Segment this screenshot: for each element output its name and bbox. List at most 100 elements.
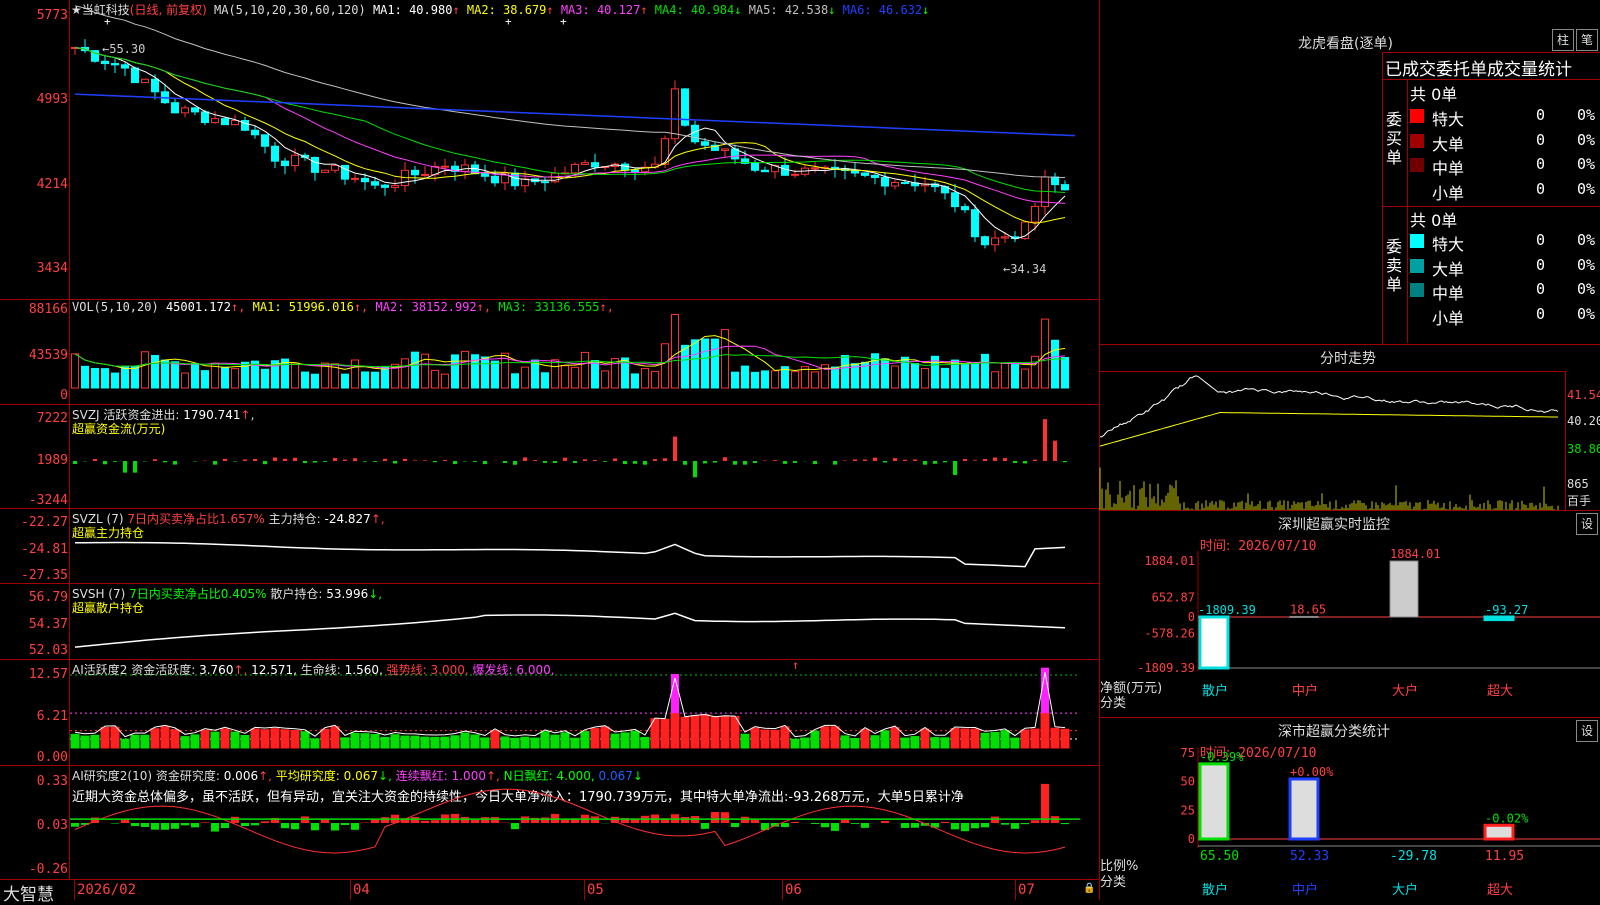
chart-area[interactable]: 5773 4993 4214 3434 ★当虹科技(日线, 前复权) MA(5,… — [0, 0, 1100, 900]
research-bar — [381, 817, 389, 823]
activity-bar — [691, 716, 699, 748]
research-bar — [151, 823, 159, 830]
intraday-vol-tick: 865 — [1567, 477, 1589, 491]
sz-monitor-value-label: 18.65 — [1290, 602, 1326, 616]
svsh-pane[interactable]: 56.79 54.37 52.03 SVSH (7) 7日内买卖净占比0.405… — [0, 584, 1100, 659]
price-pane[interactable]: 5773 4993 4214 3434 ★当虹科技(日线, 前复权) MA(5,… — [0, 0, 1100, 299]
activity-bar — [641, 737, 649, 748]
sell-row-pct: 0% — [1577, 305, 1595, 323]
x-tick-label: 07 — [1018, 882, 1035, 898]
volume-bar — [352, 360, 359, 388]
candle-body — [232, 121, 239, 125]
candle-body — [542, 182, 549, 183]
volume-pane[interactable]: 88166 43539 0 VOL(5,10,20) 45001.172↑, M… — [0, 300, 1100, 404]
svzj-bar — [943, 461, 947, 462]
ai-research-pane[interactable]: 0.33 0.03 -0.26 AI研究度2(10) 资金研究度: 0.006↑… — [0, 766, 1100, 879]
volume-bar — [382, 367, 389, 388]
volume-bar — [742, 366, 749, 388]
volume-bar — [122, 366, 129, 388]
research-bar — [911, 823, 919, 828]
candle-body — [952, 193, 959, 207]
sell-total: 共 0单 — [1410, 207, 1457, 231]
activity-bar — [621, 733, 629, 748]
candle-body — [592, 163, 599, 167]
svzj-bar — [963, 459, 967, 461]
candle-body — [782, 165, 789, 175]
activity-bar — [431, 737, 439, 748]
svzj-bar — [673, 437, 677, 461]
price-y-tick: 5773 — [0, 8, 68, 23]
svsh-line — [75, 613, 1065, 647]
activity-bar — [781, 727, 789, 748]
candle-body — [112, 64, 119, 65]
buy-row: 大单00% — [1410, 131, 1600, 153]
volume-bar — [642, 369, 649, 388]
activity-bar — [251, 729, 259, 748]
activity-bar — [521, 737, 529, 748]
volume-bar — [482, 357, 489, 388]
candle-body — [622, 164, 629, 170]
svzj-pane[interactable]: 7222 1989 -3244 SVZJ 活跃资金进出: 1790.741↑, … — [0, 405, 1100, 508]
svzj-bar — [553, 461, 557, 463]
research-bar — [831, 823, 839, 831]
activity-bar — [501, 737, 509, 748]
svzl-y-tick: -27.35 — [0, 568, 68, 583]
research-bar — [1021, 823, 1029, 824]
buy-row-count: 0 — [1536, 155, 1545, 173]
sell-row-count: 0 — [1536, 280, 1545, 298]
intraday-vol-unit: 百手 — [1567, 492, 1591, 509]
svzl-pane[interactable]: -22.27 -24.81 -27.35 SVZL (7) 7日内买卖净占比1.… — [0, 509, 1100, 583]
svzj-bar — [663, 458, 667, 461]
candle-body — [1062, 185, 1069, 190]
volume-bar — [452, 355, 459, 388]
svzj-bar — [473, 461, 477, 462]
buy-row-name: 大单 — [1432, 131, 1464, 155]
sz-monitor-category: 大户 — [1392, 683, 1418, 699]
activity-bar — [861, 729, 869, 748]
volume-bar — [112, 373, 119, 388]
research-bar — [181, 823, 189, 825]
volume-bar — [922, 368, 929, 388]
candle-body — [282, 161, 289, 165]
svzj-bar — [233, 461, 237, 462]
volume-bar — [652, 371, 659, 388]
candle-body — [392, 186, 399, 188]
research-bar — [71, 823, 79, 827]
activity-bar — [231, 732, 239, 748]
research-bar — [841, 820, 849, 823]
volume-bar — [232, 369, 239, 388]
activity-bar — [841, 736, 849, 748]
activity-bar — [401, 736, 409, 748]
activity-bar — [801, 738, 809, 748]
activity-bar — [961, 729, 969, 748]
volume-bar — [542, 373, 549, 388]
research-bar — [251, 823, 259, 825]
sz-class-category: 中户 — [1292, 882, 1318, 898]
candle-body — [372, 182, 379, 185]
sell-row-name: 大单 — [1432, 256, 1464, 280]
svzj-bar — [393, 461, 397, 463]
bar-mode-button[interactable]: 柱 — [1552, 29, 1574, 51]
research-bar — [331, 823, 339, 831]
sz-class-bar — [1485, 825, 1513, 839]
candle-body — [672, 89, 679, 139]
svzj-bar — [973, 460, 977, 461]
ma2-line — [75, 48, 1065, 224]
research-bar — [861, 823, 869, 828]
activity-bar — [261, 730, 269, 748]
ai-activity-pane[interactable]: 12.57 6.21 0.00 AI活跃度2 资金活跃度: 3.760↑, 12… — [0, 660, 1100, 765]
sell-color-swatch — [1410, 283, 1424, 297]
buy-row-name: 中单 — [1432, 155, 1464, 179]
svzj-bar — [783, 461, 787, 464]
tick-mode-button[interactable]: 笔 — [1576, 29, 1598, 51]
lock-icon[interactable]: 🔒 — [1083, 883, 1095, 894]
activity-bar — [221, 729, 229, 748]
svzj-bar — [563, 458, 567, 461]
volume-bar — [132, 366, 139, 388]
volume-bar — [522, 367, 529, 388]
intraday-panel[interactable]: 分时走势 41.54 40.20 38.86 865 百手 — [1100, 345, 1600, 510]
sell-row-name: 小单 — [1432, 305, 1464, 329]
volume-bar — [562, 366, 569, 388]
volume-bar — [172, 362, 179, 388]
activity-bar — [721, 716, 729, 748]
